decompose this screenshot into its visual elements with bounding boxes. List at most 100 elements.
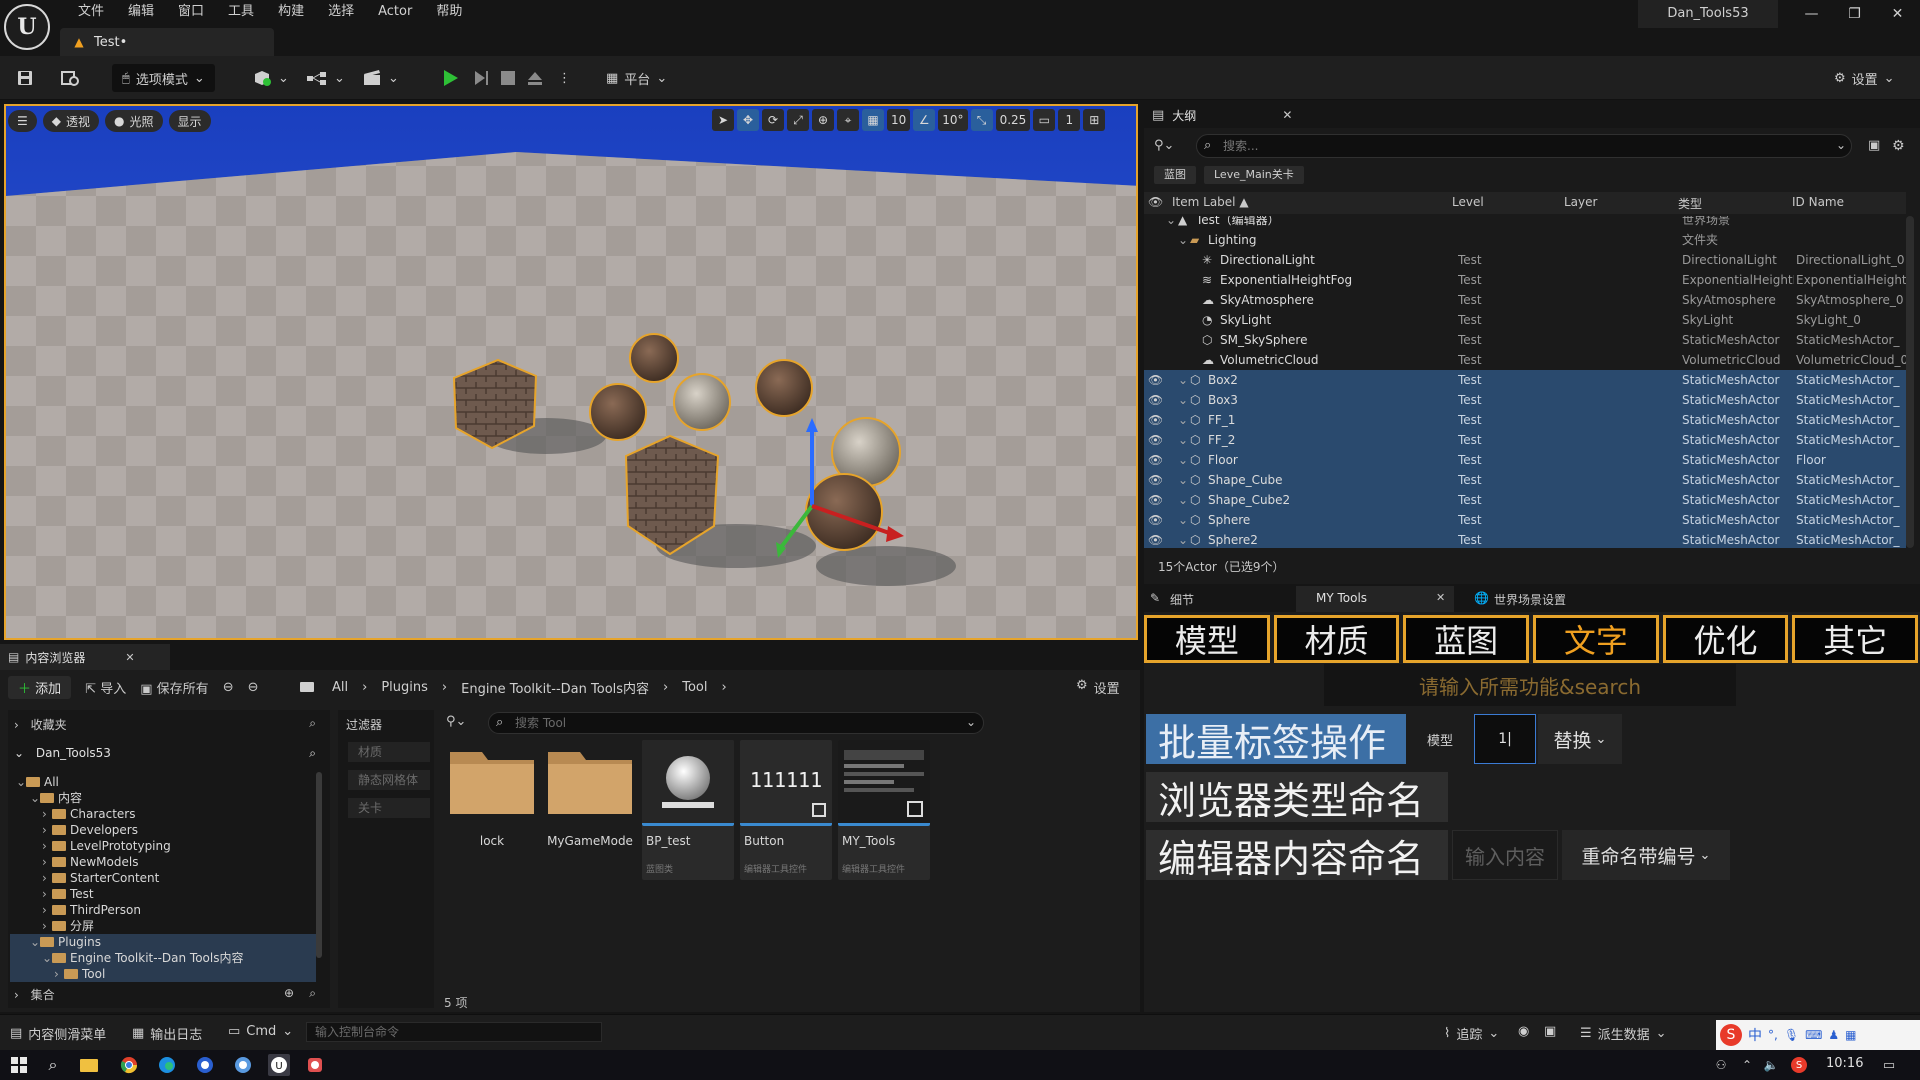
cb-settings-button[interactable]: ⚙ 设置 (1076, 678, 1120, 697)
file-explorer-icon[interactable] (80, 1054, 102, 1076)
visibility-eye-icon[interactable]: 👁 (1148, 510, 1162, 530)
tree-folder[interactable]: › 分屏 (42, 918, 94, 934)
column-layer[interactable]: Layer (1564, 195, 1597, 209)
show-button[interactable]: 显示 (168, 110, 211, 132)
stop-icon[interactable] (500, 64, 516, 92)
tree-folder[interactable]: ⌄ Engine Toolkit--Dan Tools内容 (10, 950, 316, 966)
visibility-eye-icon[interactable]: 👁 (1148, 470, 1162, 490)
tree-folder[interactable]: › LevelPrototyping (42, 838, 171, 854)
grid-snap-value[interactable]: 10 (887, 109, 911, 131)
back-icon[interactable]: ⊖ (223, 680, 234, 695)
record-icon[interactable]: ◉ (1518, 1024, 1529, 1039)
batch-mode-dropdown[interactable]: 替换 ⌄ (1538, 714, 1622, 764)
cmd-button[interactable]: ▭ Cmd ⌄ (228, 1024, 293, 1039)
outliner-row[interactable]: ⌄ ▰ Lighting 文件夹 (1144, 230, 1906, 250)
menu-item-2[interactable]: 窗口 (166, 0, 216, 24)
rotate-tool-icon[interactable]: ⟳ (762, 109, 784, 131)
add-button[interactable]: ＋ 添加 (8, 675, 72, 699)
project-header[interactable]: ⌄ Dan_Tools53 ⌕ (14, 746, 324, 766)
edge-icon[interactable] (156, 1054, 178, 1076)
tree-folder[interactable]: ⌄ Plugins (10, 934, 316, 950)
people-icon[interactable]: ⚇ (1710, 1054, 1732, 1076)
outliner-row[interactable]: 👁 ⌄ ⬡ Box2 Test StaticMeshActor StaticMeshActo… (1144, 370, 1906, 390)
select-tool-icon[interactable]: ➤ (712, 109, 734, 131)
unreal-logo-icon[interactable]: U (4, 4, 50, 50)
search-icon[interactable]: ⌕ (309, 746, 316, 761)
category-button-4[interactable]: 优化 (1662, 615, 1789, 663)
app-icon-3[interactable] (304, 1054, 326, 1076)
column-type[interactable]: 类型 (1678, 195, 1702, 212)
chevron-down-icon[interactable]: ⌄ (1836, 138, 1846, 152)
outliner-scrollbar[interactable] (1906, 216, 1914, 548)
editor-content-rename-button[interactable]: 编辑器内容命名 (1146, 830, 1448, 881)
content-search-input[interactable]: 搜索 Tool (488, 712, 984, 734)
outliner-row[interactable]: 👁 ⌄ ⬡ Shape_Cube2 Test StaticMeshActor StaticM… (1144, 490, 1906, 510)
asset-tile[interactable]: MY_Tools 编辑器工具控件 (838, 740, 930, 880)
output-log-button[interactable]: ▦ 输出日志 (132, 1024, 202, 1043)
world-space-icon[interactable]: ⊕ (812, 109, 834, 131)
chevron-down-icon[interactable]: ⌄ (1178, 390, 1188, 410)
scale-snap-icon[interactable]: ⤡ (970, 109, 993, 131)
tab-my-tools[interactable]: MY Tools ✕ (1296, 586, 1454, 612)
asset-tile[interactable]: 111111 Button 编辑器工具控件 (740, 740, 832, 880)
breadcrumb-all[interactable]: All (332, 680, 348, 695)
camera-speed-value[interactable]: 1 (1058, 109, 1081, 131)
breadcrumb-plugins[interactable]: Plugins (381, 680, 428, 695)
settings-button[interactable]: ⚙ 设置 ⌄ (1834, 64, 1895, 92)
menu-item-7[interactable]: 帮助 (424, 0, 474, 24)
unreal-taskbar-icon[interactable]: U (268, 1054, 290, 1076)
visibility-eye-icon[interactable]: 👁 (1148, 450, 1162, 470)
menu-item-0[interactable]: 文件 (66, 0, 116, 24)
chip-blueprint[interactable]: 蓝图 (1154, 166, 1196, 184)
volume-icon[interactable]: 🔈 (1760, 1054, 1782, 1076)
tree-folder[interactable]: › NewModels (42, 854, 138, 870)
tree-folder[interactable]: › Test (42, 886, 94, 902)
outliner-row[interactable]: 👁 ⌄ ⬡ FF_2 Test StaticMeshActor StaticMeshActo… (1144, 430, 1906, 450)
outliner-row[interactable]: 👁 ⌄ ⬡ Box3 Test StaticMeshActor StaticMeshActo… (1144, 390, 1906, 410)
step-icon[interactable] (472, 64, 490, 92)
tree-folder[interactable]: ⌄ All (16, 774, 59, 790)
grid-snap-icon[interactable]: ▦ (862, 109, 884, 131)
close-icon[interactable]: ✕ (125, 651, 134, 664)
outliner-row[interactable]: ✳ DirectionalLight Test DirectionalLight Dir… (1144, 250, 1906, 270)
add-actor-button[interactable]: ⌄ (252, 64, 289, 92)
filter-level[interactable]: 关卡 (348, 798, 430, 818)
category-button-3[interactable]: 文字 (1533, 615, 1659, 663)
app-icon-2[interactable] (232, 1054, 254, 1076)
camera-speed-icon[interactable]: ▭ (1033, 109, 1056, 131)
visibility-eye-icon[interactable]: 👁 (1148, 390, 1162, 410)
column-item-label[interactable]: Item Label ▲ (1172, 195, 1249, 209)
cinematics-button[interactable]: ⌄ (362, 64, 399, 92)
filter-material[interactable]: 材质 (348, 742, 430, 762)
visibility-eye-icon[interactable]: 👁 (1148, 530, 1162, 548)
chevron-down-icon[interactable]: ⌄ (1178, 470, 1188, 490)
outliner-row[interactable]: ◔ SkyLight Test SkyLight SkyLight_0 (1144, 310, 1906, 330)
menu-item-5[interactable]: 选择 (316, 0, 366, 24)
windows-start-icon[interactable] (8, 1054, 30, 1076)
browse-icon[interactable] (60, 64, 80, 92)
chevron-down-icon[interactable]: ⌄ (1178, 510, 1188, 530)
minimize-icon[interactable]: — (1790, 0, 1833, 28)
rotation-snap-icon[interactable]: ∠ (913, 109, 936, 131)
asset-tile[interactable]: MyGameMode (544, 740, 636, 880)
outliner-row[interactable]: ≋ ExponentialHeightFog Test ExponentialHeig… (1144, 270, 1906, 290)
menu-item-6[interactable]: Actor (366, 0, 424, 24)
outliner-row[interactable]: ⬡ SM_SkySphere Test StaticMeshActor StaticMe… (1144, 330, 1906, 350)
derived-data-button[interactable]: ☰ 派生数据 ⌄ (1580, 1024, 1667, 1043)
outliner-row[interactable]: ⌄ ▲ Test（编辑器） 世界场景 (1144, 216, 1906, 230)
layout-icon[interactable]: ⊞ (1083, 109, 1106, 131)
level-tab[interactable]: ▲ Test• (60, 28, 274, 56)
category-button-2[interactable]: 蓝图 (1403, 615, 1530, 663)
surface-snap-icon[interactable]: ⌖ (837, 109, 859, 131)
category-button-0[interactable]: 模型 (1144, 615, 1270, 663)
visibility-eye-icon[interactable]: 👁 (1148, 410, 1162, 430)
eject-icon[interactable] (526, 64, 544, 92)
tree-scrollbar[interactable] (316, 772, 322, 958)
chevron-down-icon[interactable]: ⌄ (966, 715, 976, 729)
close-window-icon[interactable]: ✕ (1876, 0, 1919, 28)
outliner-search-input[interactable]: 搜索... (1196, 134, 1852, 158)
chevron-down-icon[interactable]: ⌄ (1166, 216, 1176, 230)
visibility-eye-icon[interactable]: 👁 (1148, 490, 1162, 510)
outliner-row[interactable]: 👁 ⌄ ⬡ Shape_Cube Test StaticMeshActor StaticMe… (1144, 470, 1906, 490)
category-button-5[interactable]: 其它 (1792, 615, 1919, 663)
